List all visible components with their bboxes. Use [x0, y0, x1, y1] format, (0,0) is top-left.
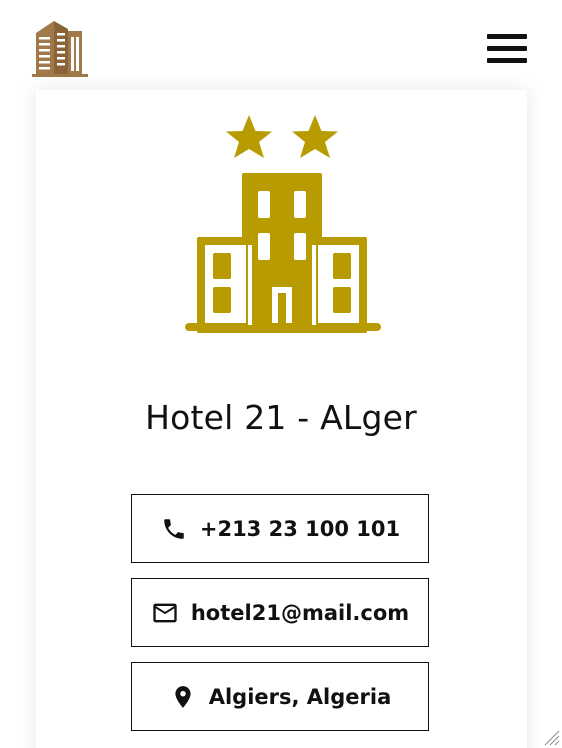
location-button[interactable]: Algiers, Algeria — [131, 662, 429, 731]
phone-button[interactable]: +213 23 100 101 — [131, 494, 429, 563]
resize-grip-icon[interactable] — [542, 728, 560, 746]
mail-icon — [151, 599, 179, 627]
email-button[interactable]: hotel21@mail.com — [131, 578, 429, 647]
location-label: Algiers, Algeria — [208, 684, 392, 709]
location-pin-icon — [169, 683, 197, 711]
hotel-name-heading: Hotel 21 - ALger — [145, 398, 417, 437]
hamburger-menu-icon[interactable] — [486, 31, 528, 67]
building-logo-icon[interactable] — [30, 17, 90, 79]
email-label: hotel21@mail.com — [190, 600, 410, 625]
two-star-hotel-icon — [185, 115, 381, 333]
top-bar — [0, 0, 562, 90]
page: Hotel 21 - ALger +213 23 100 101 hotel21… — [0, 0, 562, 748]
phone-icon — [160, 515, 188, 543]
phone-label: +213 23 100 101 — [199, 516, 401, 541]
